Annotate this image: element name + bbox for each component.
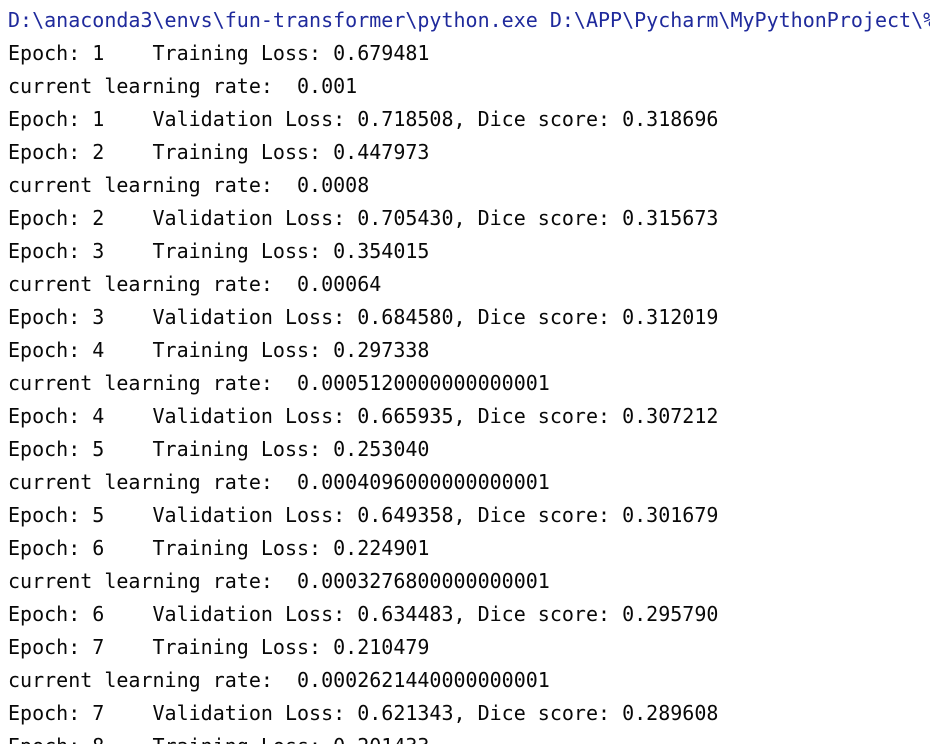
output-line: current learning rate: 0.000262144000000… (8, 668, 550, 692)
output-line: current learning rate: 0.001 (8, 74, 358, 98)
output-line: current learning rate: 0.0008 (8, 173, 370, 197)
output-line: Epoch: 5 Validation Loss: 0.649358, Dice… (8, 503, 719, 527)
run-console[interactable]: D:\anaconda3\envs\fun-transformer\python… (0, 0, 930, 744)
output-line: Epoch: 7 Training Loss: 0.210479 (8, 635, 430, 659)
output-line: Epoch: 6 Training Loss: 0.224901 (8, 536, 430, 560)
output-line: current learning rate: 0.000409600000000… (8, 470, 550, 494)
output-line: Epoch: 1 Validation Loss: 0.718508, Dice… (8, 107, 719, 131)
output-line: Epoch: 2 Validation Loss: 0.705430, Dice… (8, 206, 719, 230)
output-line: Epoch: 3 Training Loss: 0.354015 (8, 239, 430, 263)
output-line: Epoch: 5 Training Loss: 0.253040 (8, 437, 430, 461)
command-line: D:\anaconda3\envs\fun-transformer\python… (8, 8, 930, 32)
console-output: D:\anaconda3\envs\fun-transformer\python… (8, 4, 930, 744)
output-line: Epoch: 8 Training Loss: 0.201433 (8, 730, 930, 744)
output-line: current learning rate: 0.000512000000000… (8, 371, 550, 395)
output-line: Epoch: 6 Validation Loss: 0.634483, Dice… (8, 602, 719, 626)
output-line: Epoch: 7 Validation Loss: 0.621343, Dice… (8, 701, 719, 725)
output-line: current learning rate: 0.000327680000000… (8, 569, 550, 593)
output-line: Epoch: 2 Training Loss: 0.447973 (8, 140, 430, 164)
output-line: Epoch: 4 Validation Loss: 0.665935, Dice… (8, 404, 719, 428)
output-line: Epoch: 4 Training Loss: 0.297338 (8, 338, 430, 362)
output-line: Epoch: 1 Training Loss: 0.679481 (8, 41, 430, 65)
output-line: current learning rate: 0.00064 (8, 272, 382, 296)
output-line: Epoch: 3 Validation Loss: 0.684580, Dice… (8, 305, 719, 329)
